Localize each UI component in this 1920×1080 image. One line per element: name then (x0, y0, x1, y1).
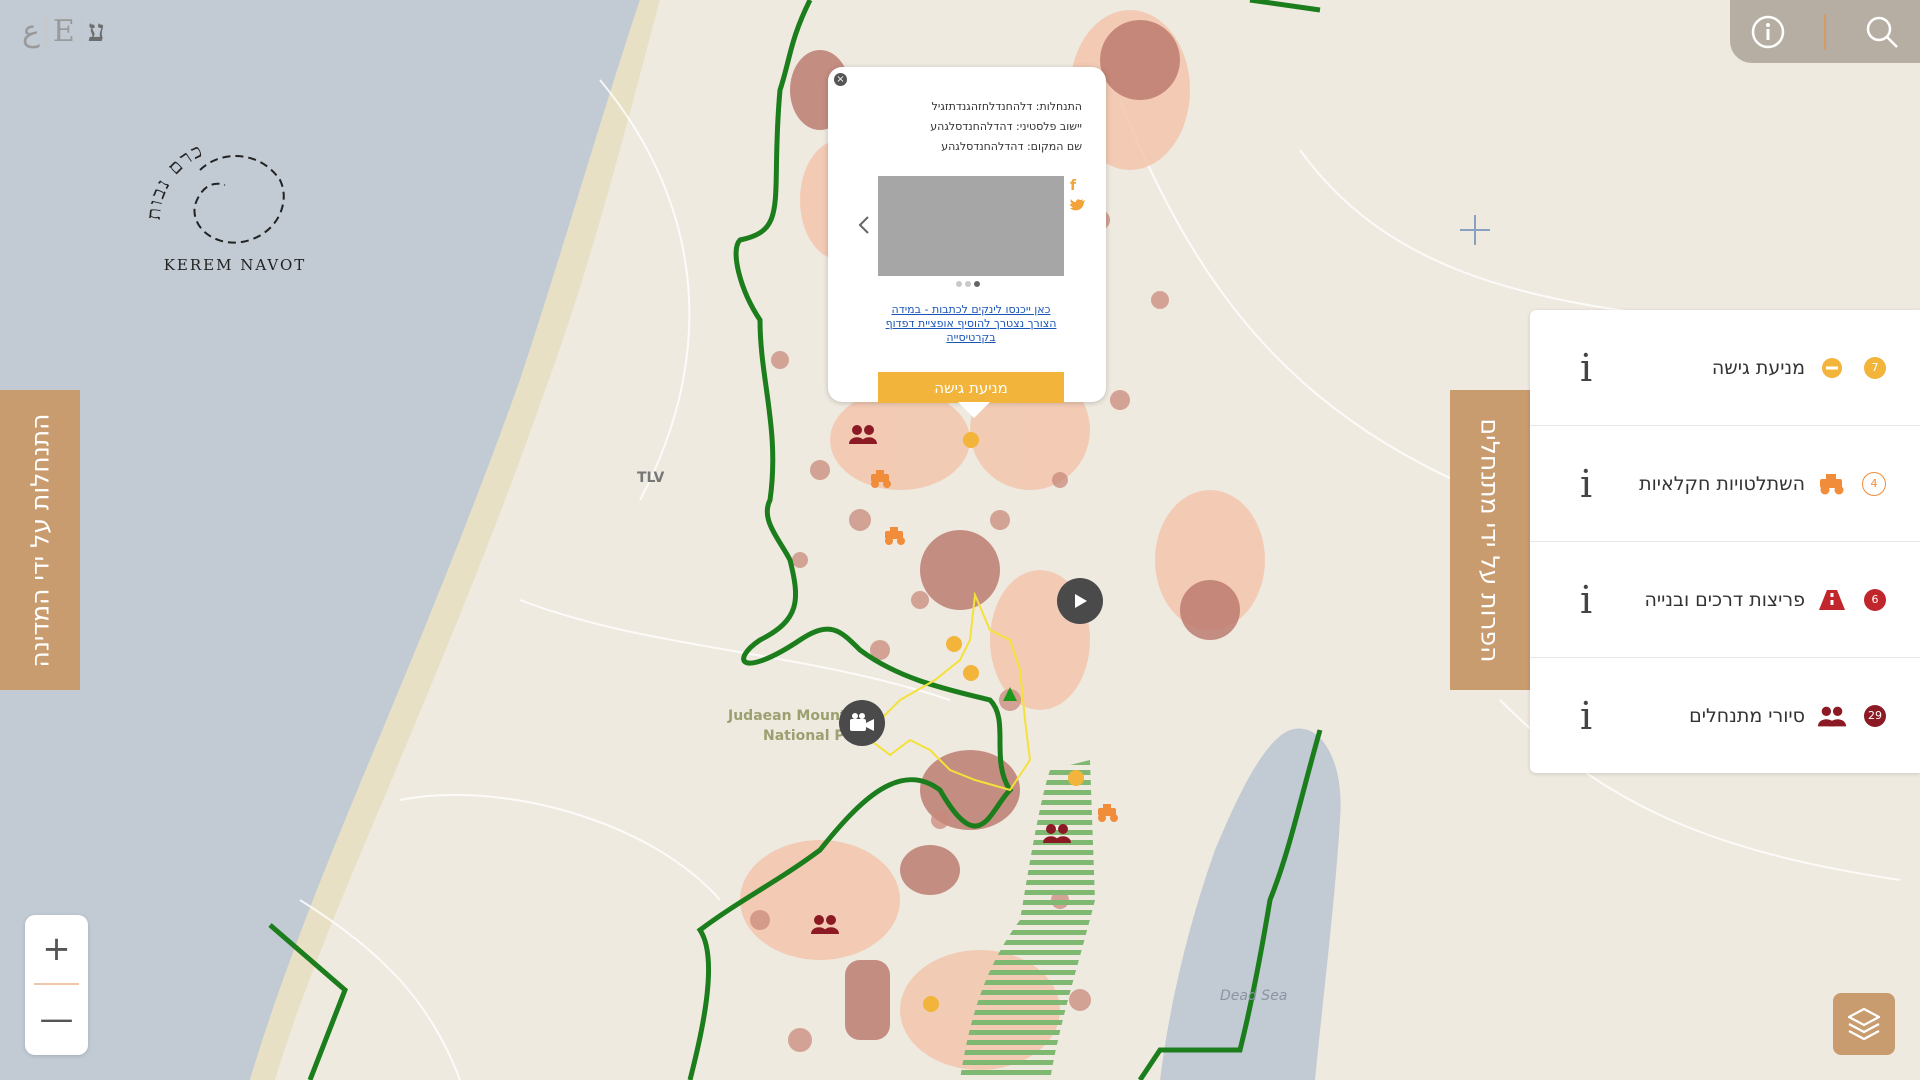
settler-violations-tab-label: הפרות על ידי מתנחלים (1475, 418, 1505, 662)
legend-item-count: 4 (1862, 471, 1886, 496)
language-option-arabic[interactable]: ع (22, 14, 40, 49)
zoom-in-button[interactable]: + (25, 915, 88, 983)
info-icon[interactable]: i (1580, 694, 1592, 738)
popup-place-name: שם המקום: דהדלהחנדסלגהע (941, 140, 1082, 153)
video-play-marker[interactable] (1057, 578, 1103, 624)
road-marker[interactable] (1003, 686, 1017, 701)
tractor-marker[interactable] (882, 527, 908, 545)
logo-text-latin: KEREM NAVOT (164, 256, 307, 274)
map-label-city: TLV (637, 470, 665, 486)
access-denied-marker[interactable] (946, 636, 962, 652)
access-denied-marker[interactable] (923, 996, 939, 1012)
gallery-image (878, 176, 1064, 276)
map-label-sea: Dead Sea (1220, 988, 1288, 1004)
legend-item-label: פריצות דרכים ובנייה (1644, 588, 1805, 611)
video-camera-marker[interactable] (839, 700, 885, 746)
close-icon[interactable]: × (834, 73, 847, 86)
articles-link[interactable]: כאן ייכנסו לינקים לכתבות - במידה הצורך נ… (876, 303, 1066, 345)
search-icon[interactable] (1862, 12, 1902, 52)
legend-item-count: 6 (1864, 588, 1886, 611)
facebook-icon[interactable]: f (1070, 175, 1086, 197)
top-right-toolbar (1730, 0, 1920, 63)
legend-panel: i מניעת גישה 7 i השתלטויות חקלאיות 4 i פ… (1530, 310, 1920, 773)
tractor-icon (1817, 471, 1847, 497)
gallery-dot[interactable] (965, 281, 971, 287)
legend-item-label: סיורי מתנחלים (1689, 704, 1805, 727)
popup-palestinian-village: יישוב פלסטיני: דהדלהחנדסלגהע (930, 120, 1082, 133)
legend-item-label: מניעת גישה (1711, 356, 1805, 379)
info-icon[interactable]: i (1580, 578, 1592, 622)
layers-icon (1847, 1007, 1881, 1041)
tractor-marker[interactable] (1095, 804, 1121, 822)
twitter-icon[interactable] (1070, 197, 1086, 219)
settler-patrol-marker[interactable] (1042, 823, 1072, 843)
svg-text:כרם נבות: כרם נבות (143, 139, 207, 221)
gallery-prev-arrow[interactable] (858, 215, 870, 241)
gallery-dot-active[interactable] (974, 281, 980, 287)
access-denied-icon (1817, 355, 1847, 381)
info-icon[interactable]: i (1580, 346, 1592, 390)
settler-violations-tab[interactable]: הפרות על ידי מתנחלים (1450, 390, 1530, 690)
layers-button[interactable] (1833, 993, 1895, 1055)
video-camera-icon (850, 713, 874, 731)
language-option-english[interactable]: E (53, 14, 75, 49)
state-settlement-tab[interactable]: התנחלות על ידי המדינה (0, 390, 80, 690)
social-links: f (1070, 175, 1086, 219)
settler-patrol-marker[interactable] (810, 914, 840, 934)
tractor-marker[interactable] (868, 470, 894, 488)
info-icon[interactable] (1748, 12, 1788, 52)
logo-text-hebrew: כרם נבות (143, 139, 205, 221)
group-icon (1817, 703, 1847, 729)
divider (80, 16, 82, 47)
access-denied-marker[interactable] (1068, 770, 1084, 786)
legend-item-count: 29 (1864, 704, 1886, 727)
popup-settlement: התנחלות: דלהחנדלחזהגנדתזגיל (931, 100, 1082, 113)
legend-item-access-denied[interactable]: i מניעת גישה 7 (1530, 310, 1920, 426)
access-denied-marker[interactable] (963, 665, 979, 681)
legend-item-road-construction[interactable]: i פריצות דרכים ובנייה 6 (1530, 542, 1920, 658)
state-settlement-tab-label: התנחלות על ידי המדינה (25, 413, 55, 667)
legend-item-settler-patrols[interactable]: i סיורי מתנחלים 29 (1530, 658, 1920, 773)
legend-item-count: 7 (1864, 356, 1886, 379)
zoom-control: + — (25, 915, 88, 1055)
gallery-dots (956, 281, 980, 287)
road-icon (1817, 587, 1847, 613)
popup-details: התנחלות: דלהחנדלחזהגנדתזגיל יישוב פלסטינ… (930, 97, 1082, 157)
category-button[interactable]: מניעת גישה (878, 372, 1064, 403)
divider (1824, 13, 1826, 50)
gallery-dot[interactable] (956, 281, 962, 287)
info-popup: × התנחלות: דלהחנדלחזהגנדתזגיל יישוב פלסט… (828, 67, 1106, 418)
legend-item-agricultural-takeover[interactable]: i השתלטויות חקלאיות 4 (1530, 426, 1920, 542)
access-denied-marker[interactable] (963, 432, 979, 448)
legend-item-label: השתלטויות חקלאיות (1639, 472, 1805, 495)
divider (45, 16, 47, 47)
zoom-out-button[interactable]: — (25, 985, 88, 1053)
settler-patrol-marker[interactable] (848, 424, 878, 444)
info-icon[interactable]: i (1580, 462, 1592, 506)
language-option-hebrew[interactable]: ע (88, 14, 105, 49)
play-icon (1075, 594, 1087, 608)
language-switcher: ع E ע (22, 14, 105, 49)
logo: כרם נבות KEREM NAVOT (130, 110, 340, 280)
